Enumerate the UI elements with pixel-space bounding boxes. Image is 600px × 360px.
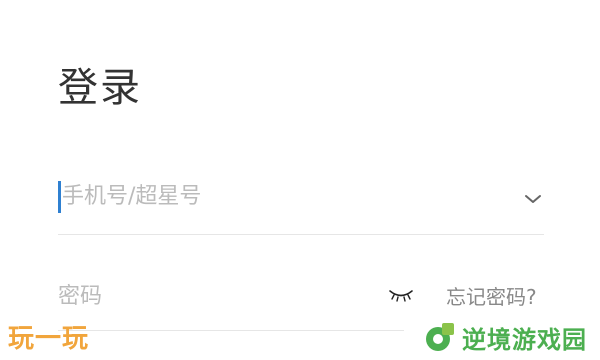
- watermark-right: 逆境游戏园: [424, 318, 587, 356]
- watermark-left: 玩一玩: [8, 324, 90, 354]
- page-title: 登录: [58, 65, 142, 111]
- chevron-down-icon[interactable]: [524, 192, 542, 206]
- eye-closed-icon[interactable]: [388, 288, 414, 302]
- text-caret: [58, 181, 61, 213]
- watermark-right-text: 逆境游戏园: [462, 325, 587, 354]
- watermark-logo-icon: [426, 323, 454, 351]
- password-input-placeholder: 密码: [58, 284, 103, 309]
- password-field[interactable]: 密码: [58, 272, 404, 331]
- account-field[interactable]: 手机号/超星号: [58, 176, 544, 235]
- forgot-password-link[interactable]: 忘记密码?: [446, 283, 537, 311]
- account-input-placeholder: 手机号/超星号: [62, 184, 202, 209]
